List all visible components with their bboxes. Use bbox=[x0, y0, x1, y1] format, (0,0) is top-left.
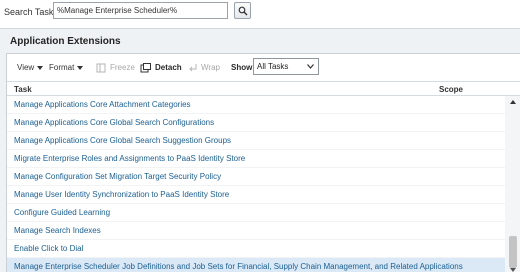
wrap-icon bbox=[189, 63, 197, 71]
panel-title: Application Extensions bbox=[10, 36, 121, 47]
freeze-label: Freeze bbox=[110, 63, 135, 72]
search-label: Search Tasks bbox=[4, 7, 58, 17]
scroll-down-icon[interactable] bbox=[510, 268, 516, 272]
show-filter-select[interactable]: All Tasks bbox=[253, 58, 319, 75]
task-link[interactable]: Manage Configuration Set Migration Targe… bbox=[14, 172, 221, 181]
task-link[interactable]: Manage Applications Core Global Search C… bbox=[14, 118, 214, 127]
scrollbar-thumb[interactable] bbox=[509, 236, 517, 268]
vertical-scrollbar[interactable] bbox=[505, 96, 520, 272]
detach-icon bbox=[140, 62, 151, 72]
table-row[interactable]: Manage Configuration Set Migration Targe… bbox=[7, 168, 505, 186]
detach-label: Detach bbox=[155, 63, 182, 72]
format-menu[interactable]: Format bbox=[49, 54, 84, 81]
task-link[interactable]: Manage Applications Core Global Search S… bbox=[14, 136, 231, 145]
scroll-up-icon[interactable] bbox=[510, 100, 516, 104]
show-label: Show bbox=[231, 63, 253, 72]
table-row[interactable]: Configure Guided Learning bbox=[7, 204, 505, 222]
table-row[interactable]: Migrate Enterprise Roles and Assignments… bbox=[7, 150, 505, 168]
table-row[interactable]: Manage Search Indexes bbox=[7, 222, 505, 240]
chevron-down-icon bbox=[37, 65, 44, 70]
column-header-task[interactable]: Task bbox=[14, 85, 32, 94]
table-row[interactable]: Enable Click to Dial bbox=[7, 240, 505, 258]
table-row[interactable]: Manage Applications Core Global Search S… bbox=[7, 132, 505, 150]
table-toolbar: View Format Freeze Detach Wrap Show All … bbox=[7, 54, 520, 81]
task-table-container: View Format Freeze Detach Wrap Show All … bbox=[6, 53, 520, 272]
table-row[interactable]: Manage User Identity Synchronization to … bbox=[7, 186, 505, 204]
application-extensions-panel: Application Extensions View Format Freez… bbox=[0, 28, 520, 272]
task-link[interactable]: Manage User Identity Synchronization to … bbox=[14, 190, 229, 199]
show-filter-value: All Tasks bbox=[257, 62, 289, 71]
chevron-down-icon bbox=[307, 64, 314, 69]
task-link[interactable]: Configure Guided Learning bbox=[14, 208, 110, 217]
task-link[interactable]: Enable Click to Dial bbox=[14, 244, 83, 253]
detach-button[interactable]: Detach bbox=[140, 54, 182, 81]
table-row-selected[interactable]: Manage Enterprise Scheduler Job Definiti… bbox=[7, 258, 505, 272]
search-input[interactable] bbox=[53, 2, 228, 19]
task-link[interactable]: Manage Enterprise Scheduler Job Definiti… bbox=[14, 262, 463, 271]
search-bar: Search Tasks bbox=[0, 0, 520, 24]
task-link[interactable]: Migrate Enterprise Roles and Assignments… bbox=[14, 154, 245, 163]
table-row[interactable]: Manage Applications Core Global Search C… bbox=[7, 114, 505, 132]
task-link[interactable]: Manage Search Indexes bbox=[14, 226, 101, 235]
wrap-button[interactable]: Wrap bbox=[188, 54, 220, 81]
table-header: Task Scope bbox=[7, 81, 520, 96]
freeze-button[interactable]: Freeze bbox=[96, 54, 135, 81]
table-body: Manage Applications Core Attachment Cate… bbox=[7, 96, 505, 272]
view-menu[interactable]: View bbox=[17, 54, 44, 81]
format-menu-label: Format bbox=[49, 63, 75, 72]
column-header-scope[interactable]: Scope bbox=[439, 85, 463, 94]
table-row[interactable]: Manage Applications Core Attachment Cate… bbox=[7, 96, 505, 114]
task-link[interactable]: Manage Applications Core Attachment Cate… bbox=[14, 100, 191, 109]
search-icon bbox=[238, 6, 247, 15]
freeze-icon bbox=[96, 63, 106, 72]
chevron-down-icon bbox=[77, 65, 84, 70]
view-menu-label: View bbox=[17, 63, 35, 72]
search-button[interactable] bbox=[234, 2, 251, 19]
wrap-label: Wrap bbox=[201, 63, 220, 72]
